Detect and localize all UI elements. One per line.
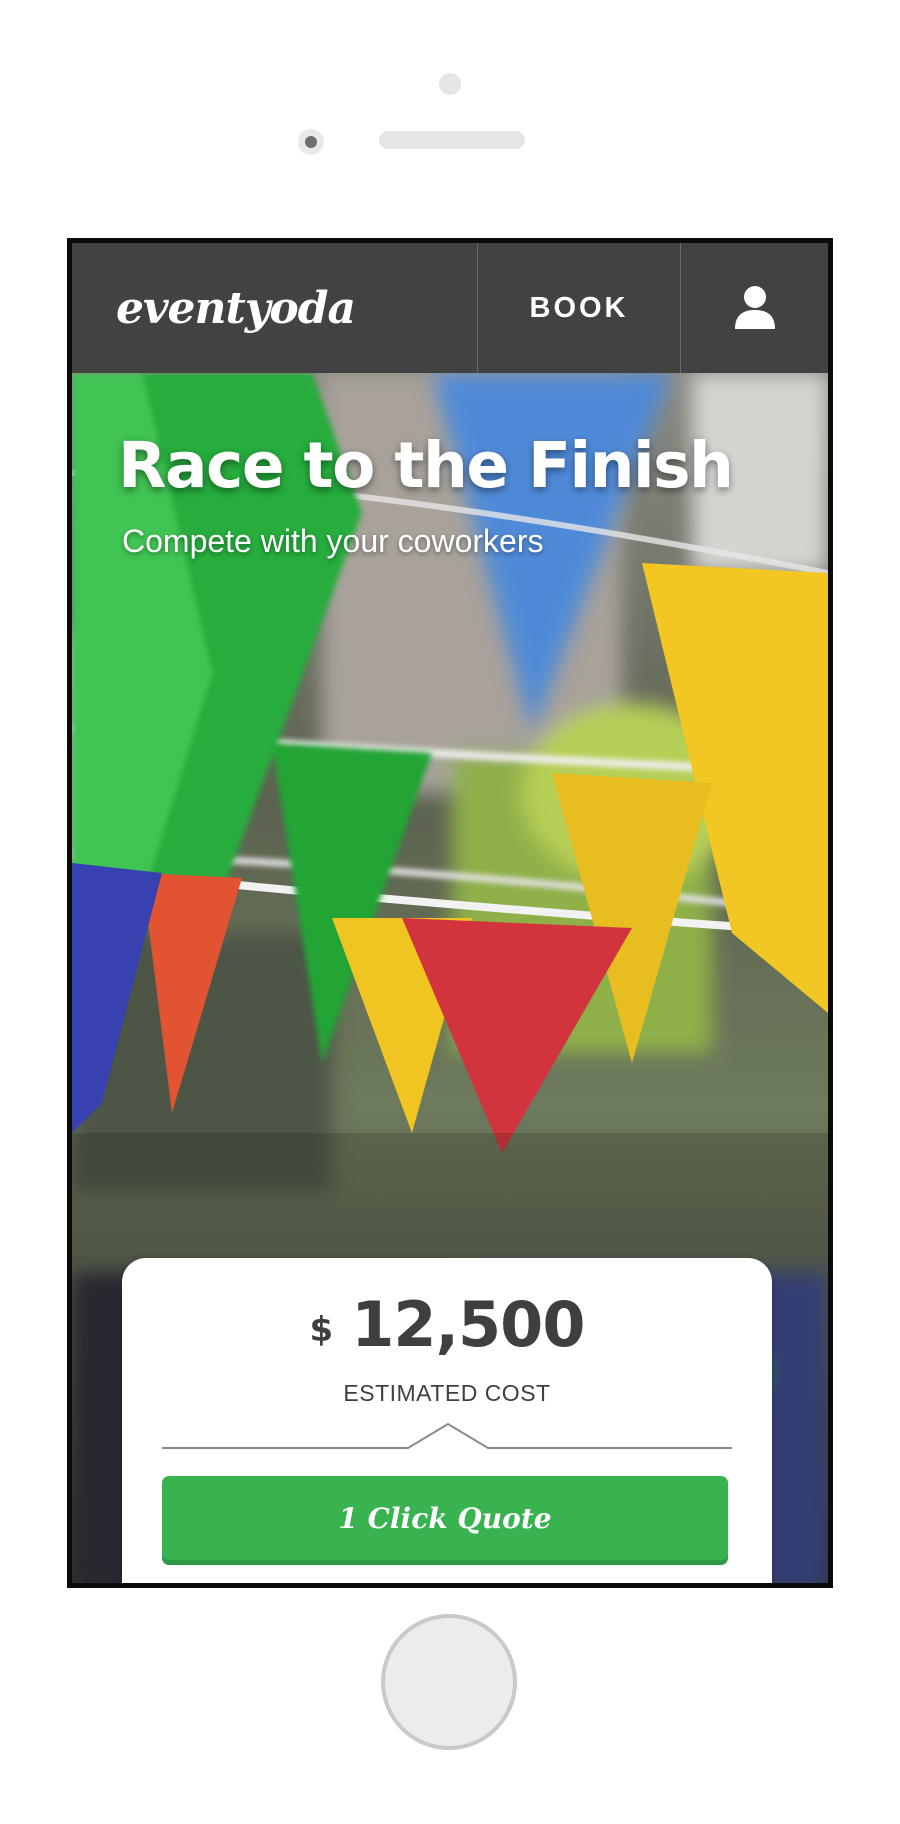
user-icon xyxy=(734,286,775,329)
user-account-button[interactable] xyxy=(681,243,828,373)
currency-symbol: $ xyxy=(309,1310,334,1350)
camera-icon xyxy=(298,129,324,155)
hero-title: Race to the Finish xyxy=(118,429,734,502)
brand-logo[interactable]: eventyoda xyxy=(72,243,478,373)
price-display: $ 12,500 xyxy=(122,1288,772,1361)
speaker-grille xyxy=(379,131,525,149)
navbar: eventyoda BOOK xyxy=(72,243,828,373)
home-button[interactable] xyxy=(381,1614,517,1750)
divider-notch xyxy=(162,1422,732,1449)
book-button[interactable]: BOOK xyxy=(478,243,681,373)
logo-text: eventyoda xyxy=(116,282,356,334)
hero-section: Race to the Finish Compete with your cow… xyxy=(72,373,828,1583)
estimated-amount: 12,500 xyxy=(351,1288,585,1361)
estimated-cost-label: ESTIMATED COST xyxy=(343,1380,551,1406)
estimate-card: $ 12,500 ESTIMATED COST 1 Click Quote xyxy=(122,1258,772,1583)
hero-subtitle: Compete with your coworkers xyxy=(122,523,544,559)
one-click-quote-button[interactable]: 1 Click Quote xyxy=(162,1476,728,1560)
phone-screen: eventyoda BOOK Race to the Finish Compet… xyxy=(67,238,833,1588)
proximity-sensor xyxy=(439,73,461,95)
